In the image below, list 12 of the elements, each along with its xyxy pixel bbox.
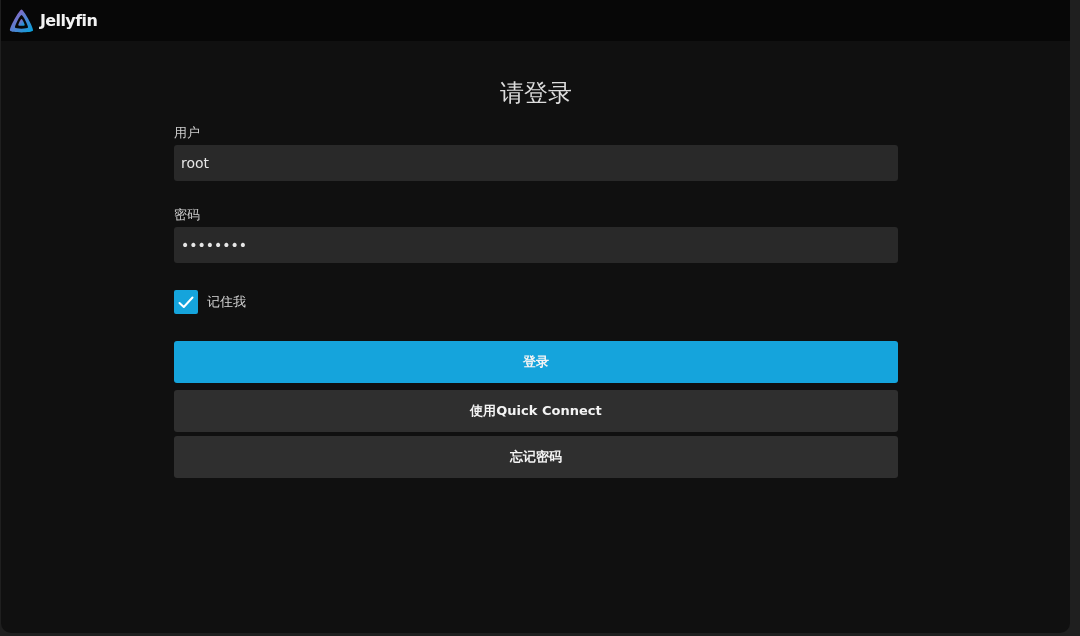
logo-text: Jellyfin xyxy=(40,11,98,30)
checkbox-label: 记住我 xyxy=(207,293,246,311)
field-label: 密码 xyxy=(174,206,200,224)
checkbox[interactable] xyxy=(174,290,198,314)
secondary-button[interactable]: 忘记密码 xyxy=(174,436,898,478)
triangle-logo-icon xyxy=(8,7,35,34)
page-title: 请登录 xyxy=(500,78,572,109)
check-icon xyxy=(178,295,194,309)
field-label: 用户 xyxy=(174,124,200,142)
input-field[interactable]: •••••••• xyxy=(174,227,898,263)
secondary-button[interactable]: 使用Quick Connect xyxy=(174,390,898,432)
input-field[interactable]: root xyxy=(174,145,898,181)
